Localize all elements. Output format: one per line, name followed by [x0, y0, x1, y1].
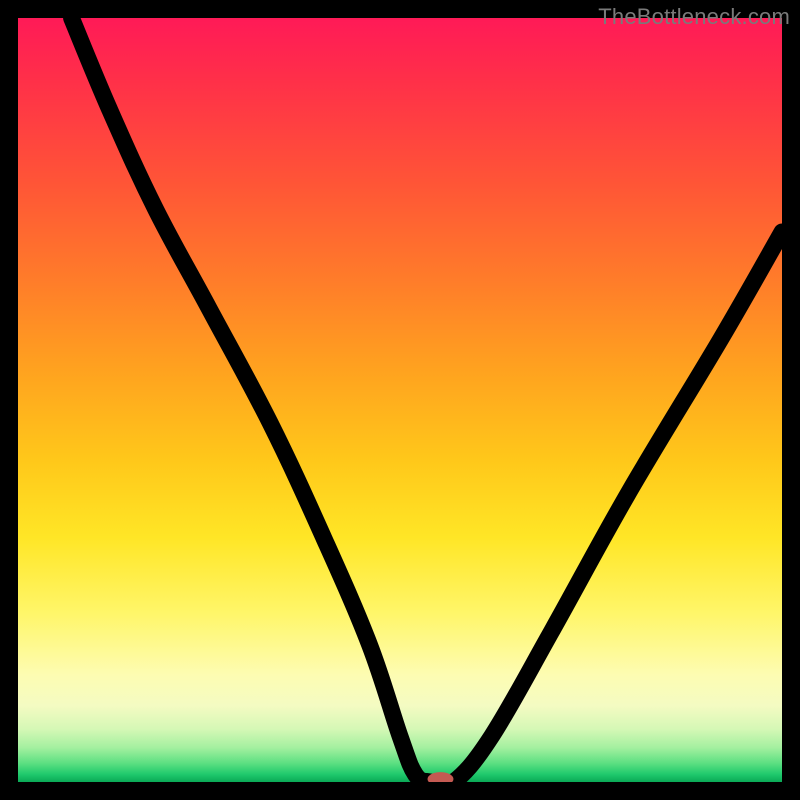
curve-path: [71, 18, 782, 782]
curve-overlay: [18, 18, 782, 782]
bottleneck-curve: [71, 18, 782, 782]
watermark-label: TheBottleneck.com: [598, 4, 790, 30]
minimum-marker: [428, 772, 454, 782]
plot-area: [18, 18, 782, 782]
chart-stage: TheBottleneck.com: [0, 0, 800, 800]
